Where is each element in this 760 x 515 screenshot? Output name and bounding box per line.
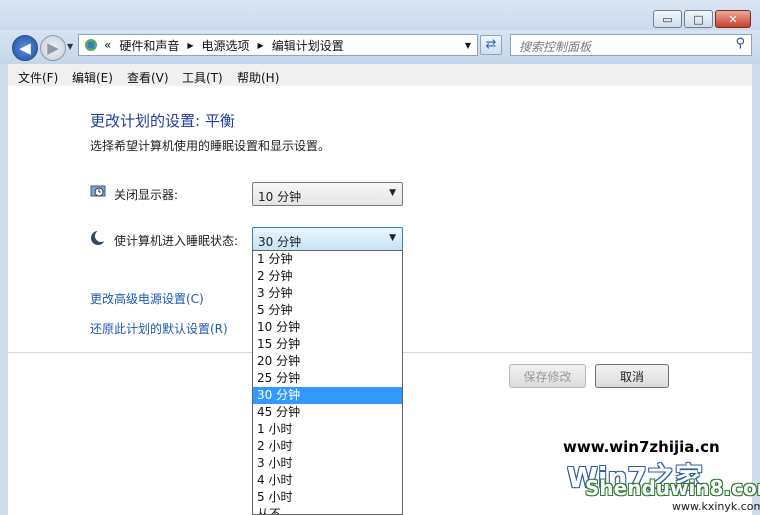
page-subtitle: 选择希望计算机使用的睡眠设置和显示设置。 — [90, 139, 331, 153]
address-bar[interactable]: « 硬件和声音 ▶ 电源选项 ▶ 编辑计划设置 ▼ — [78, 34, 478, 56]
dropdown-option[interactable]: 15 分钟 — [253, 336, 402, 353]
recent-pages-chevron-icon[interactable]: ▼ — [67, 42, 73, 51]
display-off-value: 10 分钟 — [258, 190, 302, 204]
breadcrumb-separator-icon[interactable]: ▶ — [258, 41, 264, 50]
sleep-label: 使计算机进入睡眠状态: — [114, 234, 239, 248]
display-off-label: 关闭显示器: — [114, 188, 179, 202]
breadcrumb-item-edit-plan: 编辑计划设置 — [271, 38, 344, 53]
menu-view[interactable]: 查看(V) — [127, 69, 169, 86]
search-placeholder: 搜索控制面板 — [519, 40, 592, 54]
sleep-select[interactable]: 30 分钟 ▼ — [252, 227, 403, 251]
dropdown-option[interactable]: 30 分钟 — [253, 387, 402, 404]
sleep-moon-icon — [91, 230, 106, 245]
maximize-button[interactable]: □ — [684, 10, 713, 28]
search-input[interactable]: 搜索控制面板 ⚲ — [510, 34, 752, 56]
display-off-select[interactable]: 10 分钟 ▼ — [252, 182, 403, 206]
dropdown-option[interactable]: 25 分钟 — [253, 370, 402, 387]
advanced-power-settings-link[interactable]: 更改高级电源设置(C) — [90, 290, 204, 307]
dropdown-option[interactable]: 5 小时 — [253, 489, 402, 506]
dropdown-option[interactable]: 1 分钟 — [253, 251, 402, 268]
dropdown-option[interactable]: 4 小时 — [253, 472, 402, 489]
back-button[interactable]: ◀ — [12, 35, 38, 61]
dropdown-option[interactable]: 从不 — [253, 506, 402, 514]
dropdown-option[interactable]: 2 小时 — [253, 438, 402, 455]
dropdown-option[interactable]: 20 分钟 — [253, 353, 402, 370]
save-button[interactable]: 保存修改 — [509, 364, 586, 388]
watermark-url: www.win7zhijia.cn — [563, 438, 720, 456]
display-monitor-icon — [90, 185, 106, 197]
title-bar — [0, 0, 760, 30]
sleep-dropdown-list[interactable]: 1 分钟 2 分钟 3 分钟 5 分钟 10 分钟 15 分钟 20 分钟 25 分钟 30 分… — [252, 250, 403, 515]
breadcrumb-separator-icon[interactable]: ▶ — [187, 41, 193, 50]
chevron-down-icon: ▼ — [389, 188, 396, 198]
cancel-button[interactable]: 取消 — [595, 364, 669, 388]
page-title: 更改计划的设置: 平衡 — [90, 112, 235, 130]
menu-help[interactable]: 帮助(H) — [237, 69, 279, 86]
refresh-button[interactable]: ⇄ — [480, 35, 502, 55]
breadcrumb-item-hardware-sound[interactable]: 硬件和声音 — [119, 37, 179, 54]
watermark-url-small: www.kxinyk.com — [672, 500, 760, 513]
breadcrumb-item-power-options[interactable]: 电源选项 — [202, 37, 250, 54]
search-icon[interactable]: ⚲ — [735, 36, 745, 51]
chevron-down-icon: ▼ — [389, 233, 396, 243]
sleep-value: 30 分钟 — [258, 235, 302, 249]
dropdown-option[interactable]: 2 分钟 — [253, 268, 402, 285]
breadcrumb-prefix[interactable]: « — [104, 38, 111, 52]
restore-defaults-link[interactable]: 还原此计划的默认设置(R) — [90, 320, 228, 337]
back-arrow-icon: ◀ — [19, 39, 31, 57]
control-panel-icon — [85, 39, 97, 51]
menu-file[interactable]: 文件(F) — [18, 69, 58, 86]
menu-tools[interactable]: 工具(T) — [182, 69, 223, 86]
close-button[interactable]: ✕ — [715, 10, 751, 28]
forward-arrow-icon: ▶ — [47, 39, 59, 57]
forward-button[interactable]: ▶ — [40, 35, 66, 61]
dropdown-option[interactable]: 3 分钟 — [253, 285, 402, 302]
minimize-button[interactable]: ▭ — [653, 10, 682, 28]
menu-bar — [8, 64, 752, 87]
address-dropdown-icon[interactable]: ▼ — [465, 41, 471, 50]
watermark-site-text: Shenduwin8.com — [585, 476, 760, 500]
dropdown-option[interactable]: 5 分钟 — [253, 302, 402, 319]
dropdown-option[interactable]: 45 分钟 — [253, 404, 402, 421]
refresh-icon: ⇄ — [485, 37, 497, 52]
dropdown-option[interactable]: 1 小时 — [253, 421, 402, 438]
dropdown-option[interactable]: 3 小时 — [253, 455, 402, 472]
menu-edit[interactable]: 编辑(E) — [72, 69, 113, 86]
dropdown-option[interactable]: 10 分钟 — [253, 319, 402, 336]
